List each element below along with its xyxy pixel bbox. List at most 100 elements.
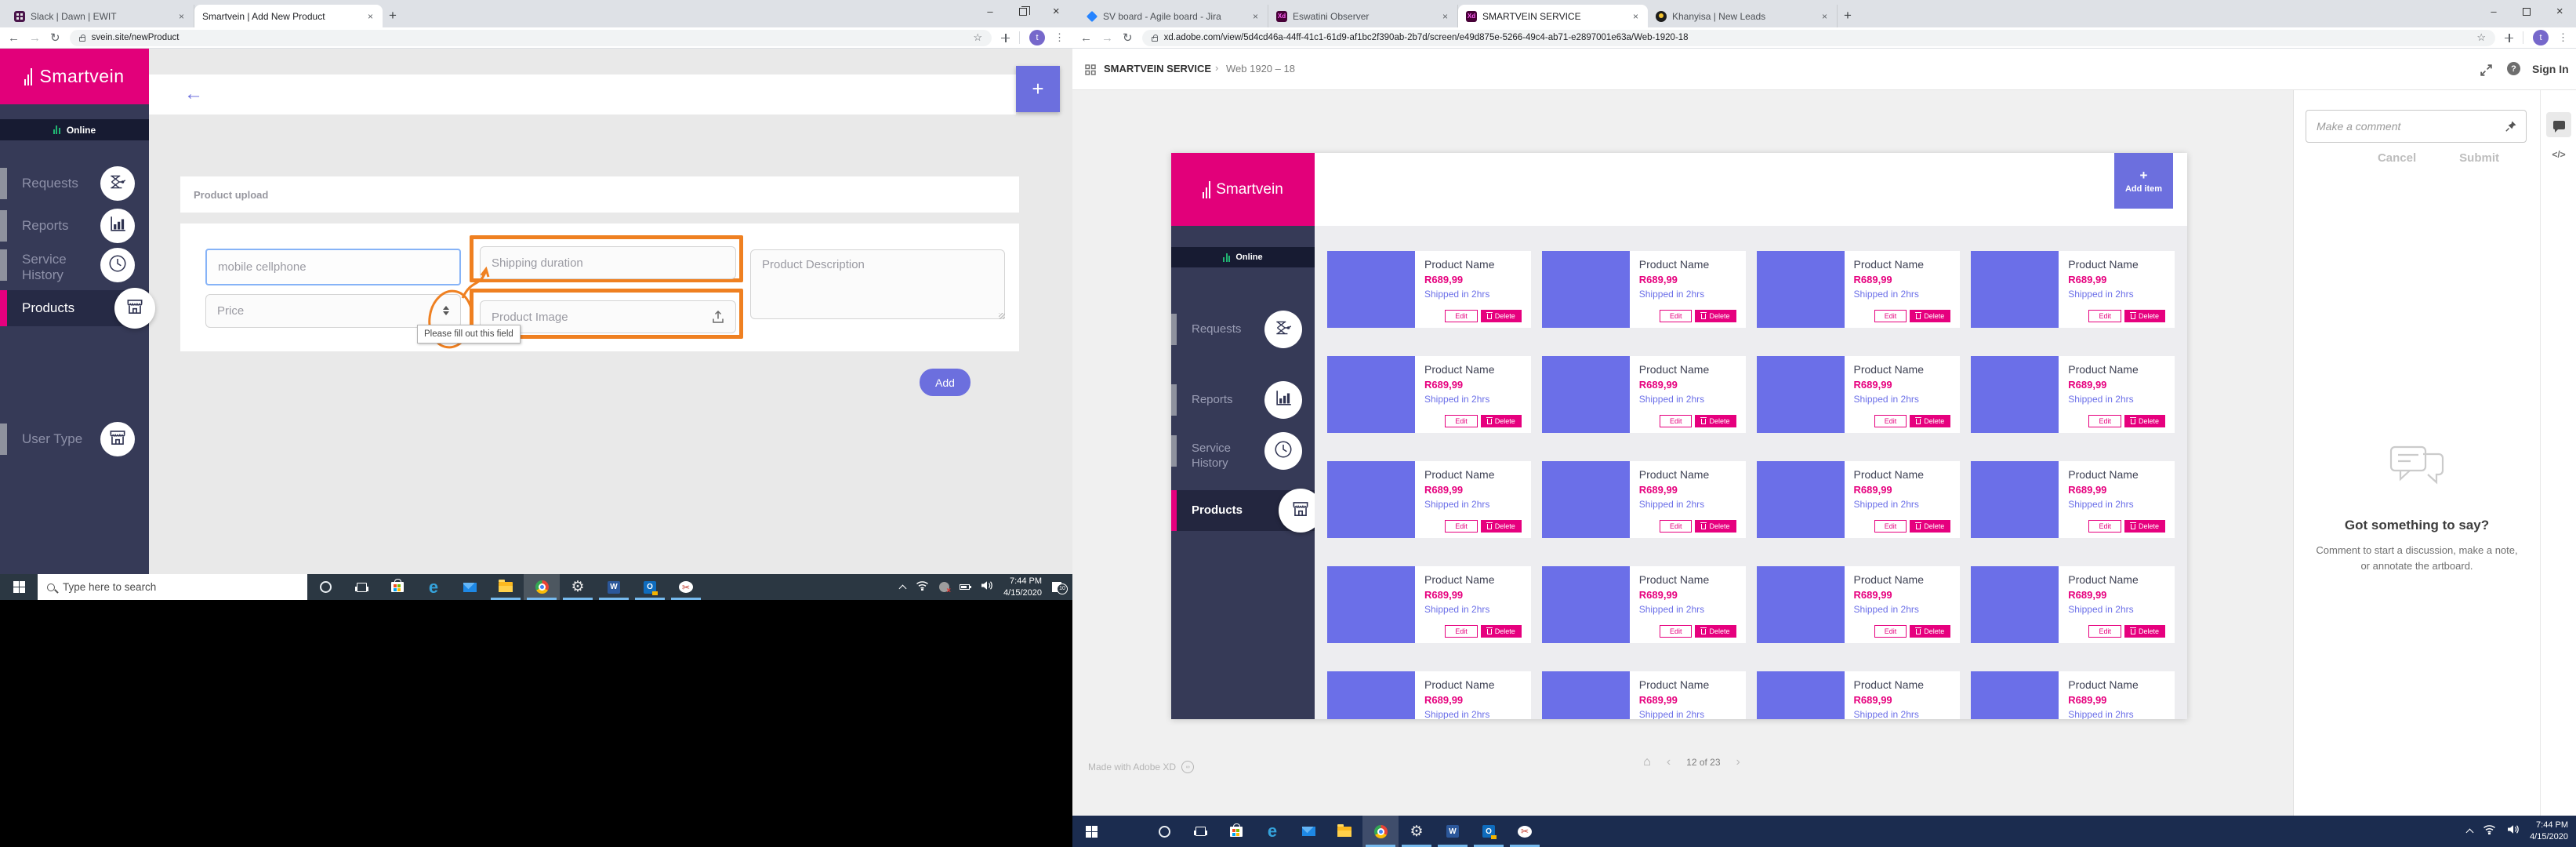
forward-icon[interactable]: → xyxy=(1101,32,1113,44)
restore-button[interactable] xyxy=(1007,0,1039,24)
tab-jira[interactable]: SV board - Agile board - Jira × xyxy=(1079,5,1268,27)
taskbar-explorer-icon[interactable] xyxy=(1326,816,1362,847)
tab-smartvein-add-product[interactable]: Smartvein | Add New Product × xyxy=(194,5,383,27)
bookmark-star-icon[interactable]: ☆ xyxy=(973,31,982,44)
profile-avatar[interactable]: t xyxy=(2533,30,2549,45)
taskbar-clock[interactable]: 7:44 PM 4/15/2020 xyxy=(2530,820,2568,843)
new-tab-button[interactable]: + xyxy=(383,5,403,26)
close-button[interactable] xyxy=(2543,0,2576,24)
mock-add-item-button[interactable]: + Add item xyxy=(2114,153,2173,209)
delete-button[interactable]: Delete xyxy=(1695,520,1736,533)
delete-button[interactable]: Delete xyxy=(1910,415,1950,427)
forward-icon[interactable]: → xyxy=(29,32,41,44)
sidebar-item-requests[interactable]: Requests xyxy=(0,166,149,201)
windows-start-icon[interactable] xyxy=(1072,816,1110,847)
taskbar-outlook-icon[interactable] xyxy=(1471,816,1507,847)
refresh-icon[interactable]: ↻ xyxy=(50,32,60,44)
sidebar-item-service-history[interactable]: Service History xyxy=(0,248,149,287)
taskbar-cortana-icon[interactable] xyxy=(307,574,343,600)
next-screen-icon[interactable]: › xyxy=(1736,755,1740,769)
back-icon[interactable]: ← xyxy=(1080,32,1092,44)
sidebar-item-user-type[interactable]: User Type xyxy=(0,422,149,456)
edit-button[interactable]: Edit xyxy=(1660,520,1693,533)
edit-button[interactable]: Edit xyxy=(1445,415,1478,427)
edit-button[interactable]: Edit xyxy=(1874,310,1907,322)
taskbar-word-icon[interactable] xyxy=(1435,816,1471,847)
taskbar-outlook-icon[interactable] xyxy=(632,574,668,600)
delete-button[interactable]: Delete xyxy=(1481,625,1522,638)
comment-box[interactable] xyxy=(2306,110,2527,143)
tab-close-icon[interactable]: × xyxy=(1441,11,1449,22)
edit-button[interactable]: Edit xyxy=(1874,520,1907,533)
tab-close-icon[interactable]: × xyxy=(1251,11,1260,22)
delete-button[interactable]: Delete xyxy=(1910,625,1950,638)
tab-close-icon[interactable]: × xyxy=(1820,11,1829,22)
add-submit-button[interactable]: Add xyxy=(920,369,971,396)
edit-button[interactable]: Edit xyxy=(1445,310,1478,322)
delete-button[interactable]: Delete xyxy=(2124,520,2165,533)
taskbar-mail-icon[interactable] xyxy=(1290,816,1326,847)
delete-button[interactable]: Delete xyxy=(1695,310,1736,322)
code-tool-icon[interactable]: </> xyxy=(2541,149,2576,160)
taskbar-edge-icon[interactable] xyxy=(1254,816,1290,847)
mock-sidebar-item-products[interactable]: Products xyxy=(1171,490,1315,531)
extension-icon[interactable] xyxy=(2505,34,2513,42)
home-icon[interactable]: ⌂ xyxy=(1643,755,1651,769)
taskbar-settings-icon[interactable] xyxy=(560,574,596,600)
edit-button[interactable]: Edit xyxy=(1660,310,1693,322)
edit-button[interactable]: Edit xyxy=(2088,520,2121,533)
taskbar-word-icon[interactable] xyxy=(596,574,632,600)
taskbar-chrome-icon[interactable] xyxy=(524,574,560,600)
stepper-icon[interactable] xyxy=(443,306,449,315)
tab-khanyisa[interactable]: Khanyisa | New Leads × xyxy=(1648,5,1838,27)
new-tab-button[interactable]: + xyxy=(1838,5,1858,26)
minimize-button[interactable] xyxy=(974,0,1007,24)
app-back-icon[interactable]: ← xyxy=(184,83,203,105)
address-bar[interactable]: xd.adobe.com/view/5d4cd46a-44ff-41c1-61d… xyxy=(1142,30,2495,46)
maximize-button[interactable] xyxy=(2510,0,2543,24)
submit-button[interactable]: Submit xyxy=(2459,151,2499,165)
chevron-up-icon[interactable] xyxy=(2466,829,2474,837)
mock-sidebar-item-requests[interactable]: Requests xyxy=(1171,310,1315,349)
comment-tool-icon[interactable] xyxy=(2546,112,2571,137)
battery-icon[interactable] xyxy=(960,584,970,590)
mute-icon[interactable] xyxy=(939,582,949,592)
wifi-icon[interactable] xyxy=(2483,824,2496,838)
edit-button[interactable]: Edit xyxy=(1874,625,1907,638)
edit-button[interactable]: Edit xyxy=(1660,415,1693,427)
tab-close-icon[interactable]: × xyxy=(177,11,186,22)
taskbar-taskview-icon[interactable] xyxy=(343,574,379,600)
price-select[interactable]: Price xyxy=(205,294,461,328)
delete-button[interactable]: Delete xyxy=(1481,415,1522,427)
address-bar[interactable]: svein.site/newProduct ☆ xyxy=(70,30,992,46)
resize-handle[interactable] xyxy=(999,313,1005,319)
extension-icon[interactable] xyxy=(1001,34,1010,42)
wifi-icon[interactable] xyxy=(916,580,929,594)
cancel-button[interactable]: Cancel xyxy=(2378,151,2416,165)
taskbar-snipping-icon[interactable] xyxy=(1507,816,1543,847)
edit-button[interactable]: Edit xyxy=(2088,625,2121,638)
sidebar-item-products[interactable]: Products xyxy=(0,290,149,326)
shipping-duration-input[interactable] xyxy=(480,246,736,279)
breadcrumb-project[interactable]: SMARTVEIN SERVICE xyxy=(1104,63,1211,75)
taskbar-search-tb-icon[interactable] xyxy=(1110,816,1146,847)
notification-icon[interactable] xyxy=(1052,582,1065,593)
windows-start-icon[interactable] xyxy=(0,574,38,600)
taskbar-snipping-icon[interactable] xyxy=(668,574,704,600)
prev-screen-icon[interactable]: ‹ xyxy=(1667,755,1671,769)
delete-button[interactable]: Delete xyxy=(1695,625,1736,638)
taskbar-edge-icon[interactable] xyxy=(415,574,452,600)
delete-button[interactable]: Delete xyxy=(1481,310,1522,322)
close-button[interactable] xyxy=(1039,0,1072,24)
taskbar-store-icon[interactable] xyxy=(1218,816,1254,847)
edit-button[interactable]: Edit xyxy=(1874,415,1907,427)
edit-button[interactable]: Edit xyxy=(1445,625,1478,638)
minimize-button[interactable] xyxy=(2477,0,2510,24)
delete-button[interactable]: Delete xyxy=(2124,310,2165,322)
delete-button[interactable]: Delete xyxy=(1910,310,1950,322)
tab-slack[interactable]: Slack | Dawn | EWIT × xyxy=(6,5,194,27)
profile-avatar[interactable]: t xyxy=(1029,30,1045,45)
edit-button[interactable]: Edit xyxy=(2088,415,2121,427)
help-icon[interactable]: ? xyxy=(2507,62,2520,75)
menu-dots-icon[interactable]: ⋮ xyxy=(1054,31,1065,44)
